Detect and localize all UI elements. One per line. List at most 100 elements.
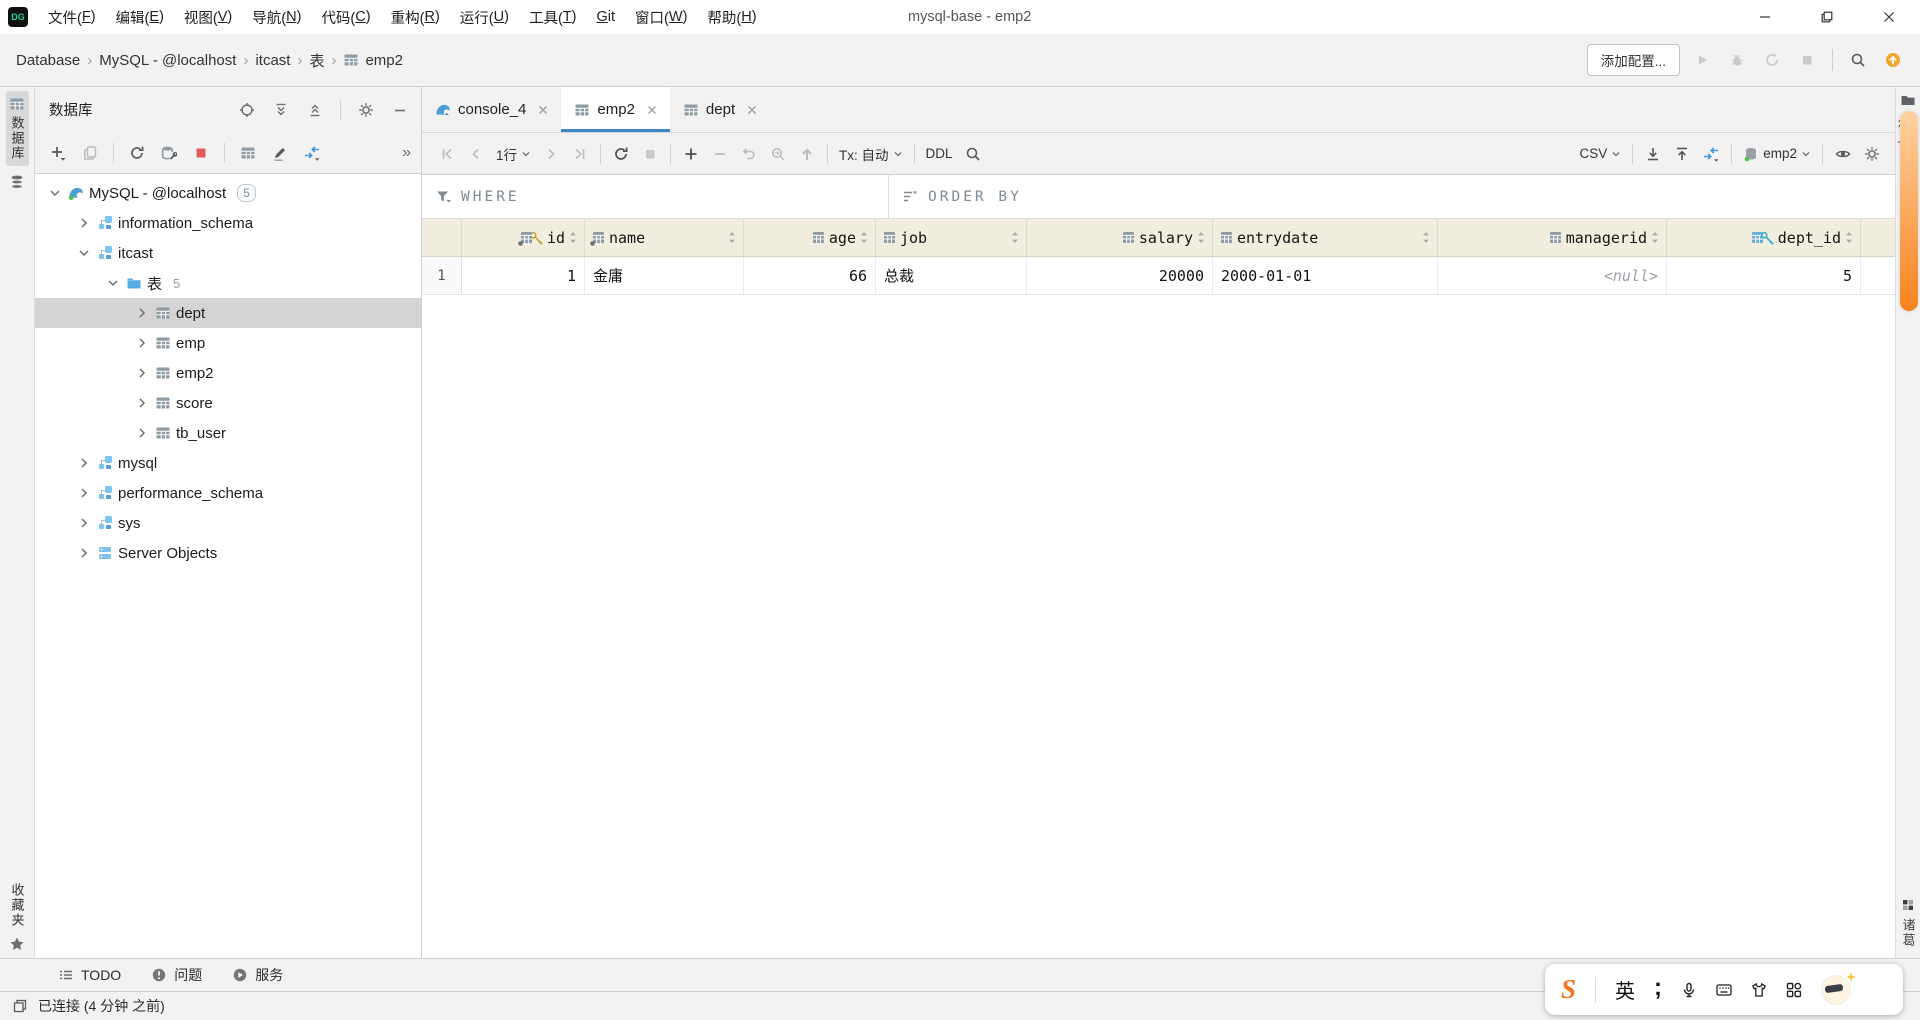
first-page-icon[interactable] [434,142,460,166]
sort-arrows-icon[interactable] [1845,231,1853,244]
breadcrumb-item-itcast[interactable]: itcast [255,52,290,69]
menu-item-10[interactable]: 窗口(W) [625,0,697,34]
datasource-properties-icon[interactable] [156,141,182,165]
column-header-dept_id[interactable]: dept_id [1667,219,1861,256]
ddl-button[interactable]: DDL [922,146,957,161]
close-tab-icon[interactable] [744,102,760,118]
revert-icon[interactable] [736,142,762,166]
order-by-input[interactable]: ORDER BY [889,175,1895,218]
add-row-icon[interactable] [678,142,704,166]
ime-assistant-icon[interactable] [1821,971,1857,1005]
plugin-toolwindow-label[interactable]: 诸葛 [1899,918,1918,948]
view-data-icon[interactable] [235,141,261,165]
sort-arrows-icon[interactable] [1197,231,1205,244]
stop-red-icon[interactable] [188,141,214,165]
ime-language-toggle[interactable]: 英 [1615,975,1635,1004]
tab-console_4[interactable]: console_4 [422,87,561,132]
cell-managerid[interactable]: <null> [1438,257,1667,294]
close-tab-icon[interactable] [535,102,551,118]
tree-item-dept[interactable]: dept [35,298,421,328]
tree-item-emp[interactable]: emp [35,328,421,358]
toolwindow-button-todo[interactable]: TODO [58,967,121,983]
column-header-entrydate[interactable]: entrydate [1213,219,1438,256]
tree-item-tb_user[interactable]: tb_user [35,418,421,448]
cell-job[interactable]: 总裁 [876,257,1027,294]
toolbox-grid-icon[interactable] [1786,982,1802,998]
cell-name[interactable]: 金庸 [585,257,744,294]
menu-item-5[interactable]: 代码(C) [311,0,380,34]
edit-icon[interactable] [267,141,293,165]
menu-item-9[interactable]: Git [587,0,626,34]
favorites-toolwindow-label[interactable]: 收藏夹 [8,883,27,928]
tab-dept[interactable]: dept [670,87,770,132]
microphone-icon[interactable] [1681,982,1697,998]
submit-icon[interactable] [794,142,820,166]
database-changes-icon[interactable] [9,174,25,190]
tree-item-mysql---@localhost[interactable]: MySQL - @localhost 5 [35,178,421,208]
export-format-dropdown[interactable]: CSV [1575,146,1625,161]
profiler-icon[interactable] [1759,48,1785,72]
menu-item-3[interactable]: 视图(V) [174,0,242,34]
add-configuration-button[interactable]: 添加配置... [1586,44,1680,76]
overflow-icon[interactable]: » [402,144,415,162]
cell-salary[interactable]: 20000 [1027,257,1213,294]
tree-item-emp2[interactable]: emp2 [35,358,421,388]
star-icon[interactable] [9,936,25,952]
breadcrumb-item-MySQL - @localhost[interactable]: MySQL - @localhost [99,52,236,69]
tool-window-button-database[interactable]: 数据库 [5,91,29,166]
tree-item-server-objects[interactable]: Server Objects [35,538,421,568]
column-header-age[interactable]: age [744,219,876,256]
column-header-managerid[interactable]: managerid [1438,219,1667,256]
menu-item-11[interactable]: 帮助(H) [697,0,766,34]
sort-arrows-icon[interactable] [1651,231,1659,244]
menu-item-2[interactable]: 编辑(E) [106,0,174,34]
run-icon[interactable] [1689,48,1715,72]
menu-item-1[interactable]: 文件(F) [38,0,106,34]
close-button[interactable] [1858,0,1920,34]
breadcrumb-item-Database[interactable]: Database [16,52,80,69]
compare-icon[interactable] [1698,142,1724,166]
sort-arrows-icon[interactable] [1422,231,1430,244]
sort-arrows-icon[interactable] [860,231,868,244]
add-datasource-icon[interactable] [45,141,71,165]
column-header-id[interactable]: id [462,219,585,256]
orange-scrollbar-thumb[interactable] [1900,111,1918,311]
plugin-grid-icon[interactable] [1902,899,1914,911]
breadcrumb-item-emp2[interactable]: emp2 [343,52,403,69]
grid-settings-icon[interactable] [1859,142,1885,166]
stop-query-icon[interactable] [637,142,663,166]
menu-item-7[interactable]: 运行(U) [450,0,519,34]
sort-arrows-icon[interactable] [569,231,577,244]
tree-item-information_schema[interactable]: information_schema [35,208,421,238]
cell-age[interactable]: 66 [744,257,876,294]
menu-item-4[interactable]: 导航(N) [242,0,311,34]
gear-icon[interactable] [353,98,379,122]
update-notification-icon[interactable] [1880,48,1906,72]
tree-item-sys[interactable]: sys [35,508,421,538]
tree-item-mysql[interactable]: mysql [35,448,421,478]
tab-emp2[interactable]: emp2 [561,87,670,132]
view-options-icon[interactable] [1830,142,1856,166]
find-icon[interactable] [960,142,986,166]
jump-to-console-icon[interactable] [299,141,325,165]
debug-icon[interactable] [1724,48,1750,72]
hide-panel-icon[interactable] [387,98,413,122]
reload-page-icon[interactable] [608,142,634,166]
column-header-name[interactable]: name [585,219,744,256]
tree-item-performance_schema[interactable]: performance_schema [35,478,421,508]
row-number[interactable]: 1 [422,257,462,294]
next-page-icon[interactable] [538,142,564,166]
minimize-button[interactable] [1734,0,1796,34]
search-everywhere-icon[interactable] [1845,48,1871,72]
sort-arrows-icon[interactable] [1011,231,1019,244]
sogou-logo-icon[interactable]: S [1561,974,1576,1005]
locate-object-icon[interactable] [234,98,260,122]
menu-item-6[interactable]: 重构(R) [381,0,450,34]
sort-arrows-icon[interactable] [728,231,736,244]
cell-id[interactable]: 1 [462,257,585,294]
export-data-icon[interactable] [1640,142,1666,166]
page-size-dropdown[interactable]: 1行 [492,144,535,164]
import-data-icon[interactable] [1669,142,1695,166]
skin-icon[interactable] [1751,982,1767,998]
tree-item-itcast[interactable]: itcast [35,238,421,268]
